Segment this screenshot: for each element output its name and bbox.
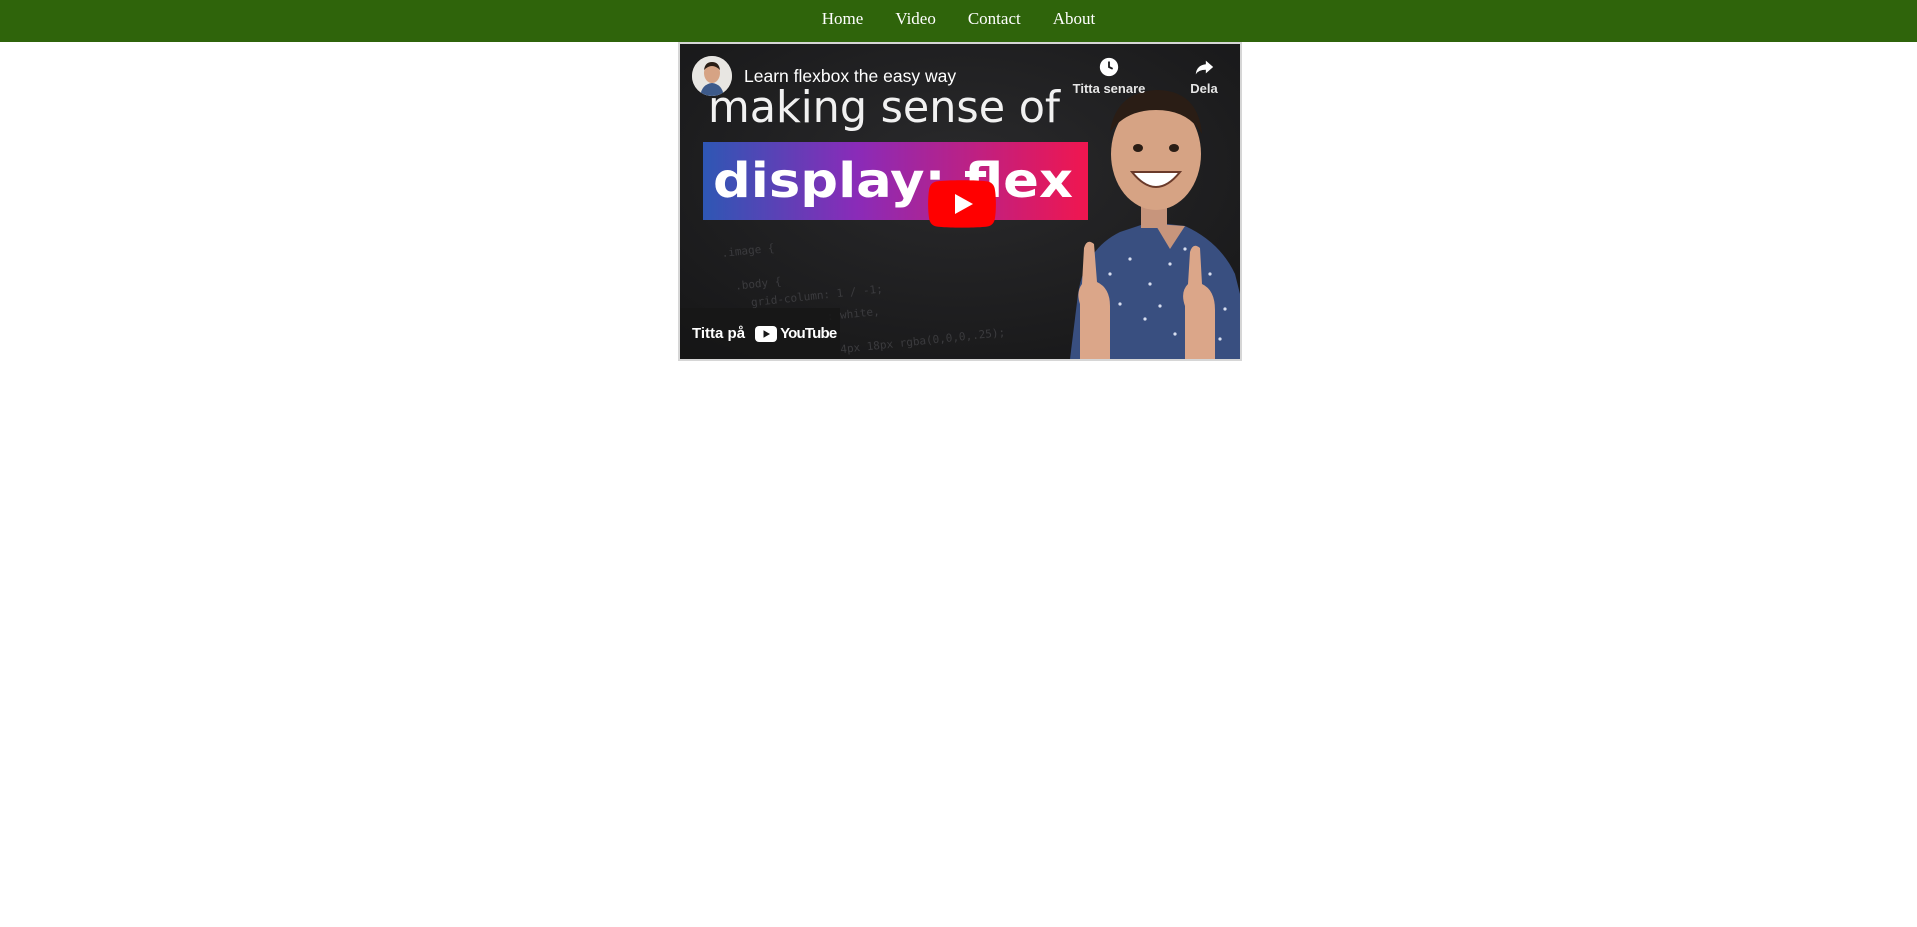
nav-links: Home Video Contact About (822, 9, 1095, 29)
channel-avatar[interactable] (692, 56, 732, 96)
nav-link-contact[interactable]: Contact (968, 9, 1021, 28)
nav-item-video: Video (895, 9, 936, 29)
youtube-embed[interactable]: .image { .body { grid-column: 1 / -1; : … (678, 42, 1242, 361)
nav-link-home[interactable]: Home (822, 9, 864, 28)
watch-on-label: Titta på (692, 325, 746, 342)
nav-link-about[interactable]: About (1053, 9, 1096, 28)
youtube-brand-text: YouTube (780, 325, 837, 342)
clock-icon (1099, 57, 1119, 77)
watch-on-youtube-button[interactable]: Titta på YouTube (680, 308, 840, 359)
top-navbar: Home Video Contact About (0, 0, 1917, 42)
share-label: Dela (1190, 81, 1218, 96)
nav-item-contact: Contact (968, 9, 1021, 29)
share-icon (1195, 60, 1214, 75)
nav-link-video[interactable]: Video (895, 9, 936, 28)
nav-item-home: Home (822, 9, 864, 29)
share-button[interactable]: Dela (1164, 56, 1240, 96)
video-title[interactable]: Learn flexbox the easy way (744, 66, 956, 87)
play-button[interactable] (928, 180, 996, 228)
avatar-icon (692, 56, 732, 96)
youtube-logo: YouTube (755, 325, 837, 342)
watch-later-button[interactable]: Titta senare (1069, 56, 1149, 96)
youtube-logo-icon (755, 325, 778, 342)
nav-item-about: About (1053, 9, 1096, 29)
player-overlay: Learn flexbox the easy way Titta senare … (680, 44, 1240, 359)
watch-later-label: Titta senare (1072, 81, 1146, 96)
